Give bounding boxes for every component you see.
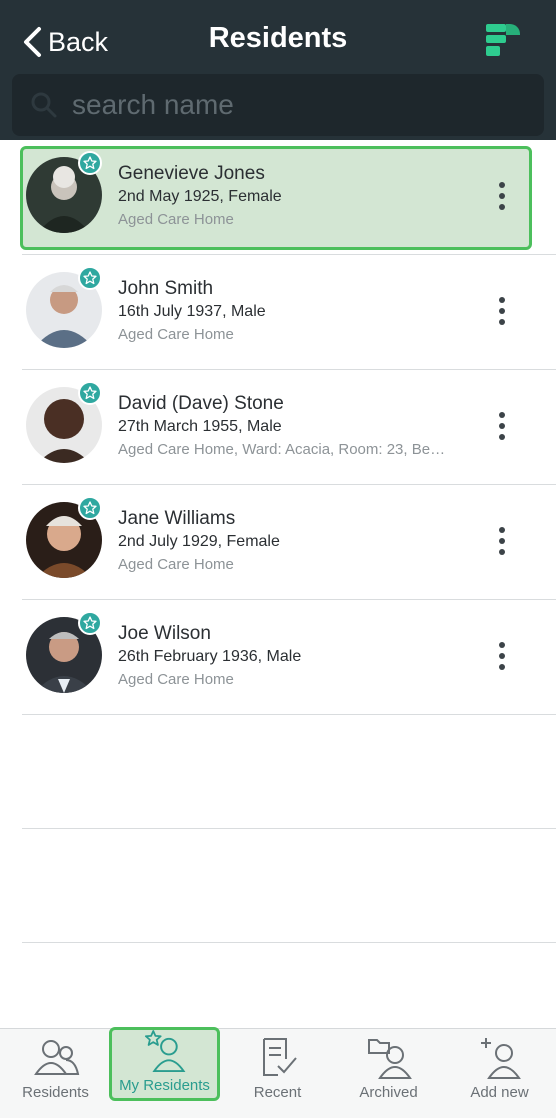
resident-details: 2nd July 1929, Female <box>118 533 280 550</box>
resident-info: Jane Williams 2nd July 1929, Female Aged… <box>118 507 458 577</box>
bottom-tab-bar: Residents My Residents Recent Archived A… <box>0 1027 556 1118</box>
tab-my-residents[interactable]: My Residents <box>109 1027 220 1101</box>
tab-add-new[interactable]: Add new <box>444 1029 555 1118</box>
resident-name: David (Dave) Stone <box>118 393 284 414</box>
resident-name: Joe Wilson <box>118 623 211 644</box>
divider <box>22 828 556 829</box>
resident-info: Genevieve Jones 2nd May 1925, Female Age… <box>118 162 458 232</box>
residents-icon <box>33 1040 79 1075</box>
resident-name: John Smith <box>118 278 214 299</box>
favorite-star-icon <box>78 610 102 635</box>
my-residents-icon <box>144 1030 185 1073</box>
add-new-icon <box>480 1038 521 1079</box>
resident-list: Genevieve Jones 2nd May 1925, Female Age… <box>0 140 556 715</box>
favorite-star-icon <box>78 150 102 175</box>
more-options-icon[interactable] <box>492 176 512 216</box>
more-options-icon[interactable] <box>492 291 512 331</box>
tab-label: Archived <box>359 1084 418 1101</box>
resident-name: Jane Williams <box>118 508 236 529</box>
favorite-star-icon <box>78 495 102 520</box>
search-input[interactable] <box>72 89 512 121</box>
tab-recent[interactable]: Recent <box>222 1029 333 1118</box>
tab-label: Recent <box>253 1084 302 1101</box>
resident-location: Aged Care Home <box>118 671 234 688</box>
more-options-icon[interactable] <box>492 406 512 446</box>
avatar-container <box>22 495 102 583</box>
resident-row[interactable]: Genevieve Jones 2nd May 1925, Female Age… <box>20 140 556 255</box>
favorite-star-icon <box>78 265 102 290</box>
resident-row[interactable]: Jane Williams 2nd July 1929, Female Aged… <box>22 485 556 600</box>
more-options-icon[interactable] <box>492 521 512 561</box>
resident-details: 27th March 1955, Male <box>118 418 282 435</box>
tab-label: Add new <box>470 1084 529 1101</box>
tab-label: My Residents <box>119 1077 210 1094</box>
resident-name: Genevieve Jones <box>118 163 265 184</box>
resident-location: Aged Care Home, Ward: Acacia, Room: 23, … <box>118 441 446 458</box>
resident-info: David (Dave) Stone 27th March 1955, Male… <box>118 392 458 462</box>
recent-icon <box>262 1038 297 1076</box>
page-title: Residents <box>208 22 348 54</box>
resident-details: 2nd May 1925, Female <box>118 188 282 205</box>
archived-icon <box>367 1039 412 1079</box>
more-options-icon[interactable] <box>492 636 512 676</box>
resident-details: 26th February 1936, Male <box>118 648 302 665</box>
resident-row[interactable]: John Smith 16th July 1937, Male Aged Car… <box>22 255 556 370</box>
tab-residents[interactable]: Residents <box>0 1029 111 1118</box>
favorite-star-icon <box>78 380 102 405</box>
search-icon <box>31 92 57 118</box>
resident-info: John Smith 16th July 1937, Male Aged Car… <box>118 277 458 347</box>
divider <box>22 942 556 943</box>
avatar-container <box>22 380 102 468</box>
search-bar[interactable] <box>12 74 544 136</box>
app-logo-icon <box>486 24 520 56</box>
avatar-container <box>22 610 102 698</box>
tab-label: Residents <box>22 1084 89 1101</box>
resident-location: Aged Care Home <box>118 326 234 343</box>
resident-location: Aged Care Home <box>118 211 234 228</box>
avatar-container <box>22 265 102 353</box>
resident-row[interactable]: Joe Wilson 26th February 1936, Male Aged… <box>22 600 556 715</box>
avatar-container <box>22 150 102 238</box>
resident-details: 16th July 1937, Male <box>118 303 266 320</box>
resident-info: Joe Wilson 26th February 1936, Male Aged… <box>118 622 458 692</box>
app-header: Back Residents <box>0 0 556 140</box>
tab-archived[interactable]: Archived <box>333 1029 444 1118</box>
resident-location: Aged Care Home <box>118 556 234 573</box>
resident-row[interactable]: David (Dave) Stone 27th March 1955, Male… <box>22 370 556 485</box>
